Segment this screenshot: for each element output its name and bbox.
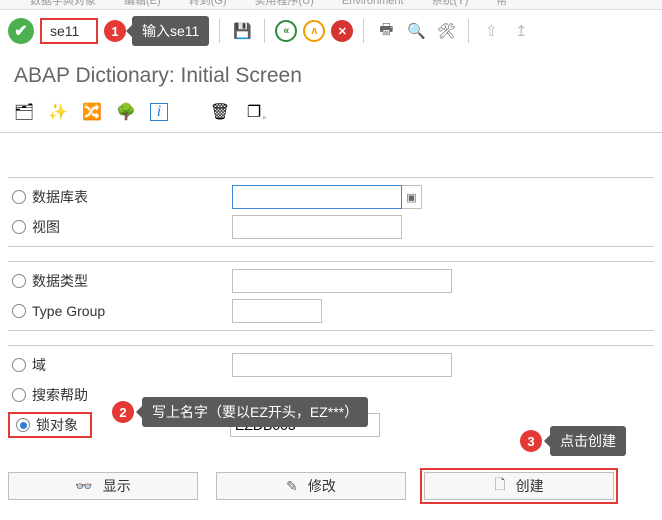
annotation-badge-3: 3 — [520, 430, 542, 452]
system-toolbar: ✔ se11 1 输入se11 💾 « ʌ ✕ 🖶 🔍 🛠 ⇧ ↥ — [0, 10, 662, 52]
glasses-icon: 👓 — [75, 478, 92, 495]
copy-icon[interactable]: ❐▫ — [244, 102, 264, 122]
annotation-badge-2: 2 — [112, 401, 134, 423]
row-view: 视图 — [8, 212, 654, 242]
radio-domain[interactable] — [12, 358, 26, 372]
radio-type-group[interactable] — [12, 304, 26, 318]
create-button-label: 创建 — [516, 476, 544, 496]
annotation-3: 3 点击创建 — [520, 426, 626, 456]
radio-view[interactable] — [12, 220, 26, 234]
annotation-tooltip-3: 点击创建 — [550, 426, 626, 456]
change-button[interactable]: ✎ 修改 — [216, 472, 406, 500]
row-domain: 域 — [8, 350, 654, 380]
display-button[interactable]: 👓 显示 — [8, 472, 198, 500]
row-database-table: 数据库表 ▣ — [8, 182, 654, 212]
exit-button[interactable]: ʌ — [303, 20, 325, 42]
tool-icon-1[interactable]: 🗂 — [14, 102, 34, 122]
tcode-input[interactable]: se11 — [40, 18, 98, 44]
where-used-icon[interactable]: 🔀 — [82, 102, 102, 122]
hierarchy-icon[interactable]: 🌳 — [116, 102, 136, 122]
first-page-icon[interactable]: ⇧ — [479, 19, 503, 43]
label-database-table: 数据库表 — [32, 187, 232, 207]
label-domain: 域 — [32, 355, 232, 375]
input-type-group[interactable] — [232, 299, 322, 323]
input-view[interactable] — [232, 215, 402, 239]
label-data-type: 数据类型 — [32, 271, 232, 291]
annotation-badge-1: 1 — [104, 20, 126, 42]
label-lock-object: 锁对象 — [36, 415, 88, 435]
display-button-label: 显示 — [103, 476, 131, 496]
action-button-row: 👓 显示 ✎ 修改 🗋 创建 — [0, 458, 662, 514]
radio-database-table[interactable] — [12, 190, 26, 204]
input-data-type[interactable] — [232, 269, 452, 293]
menu-bar: 数据字典对象编辑(E)转到(G)实用程序(U)Environment系统(Y)帮 — [0, 0, 662, 10]
row-data-type: 数据类型 — [8, 266, 654, 296]
dictionary-form: 数据库表 ▣ 视图 数据类型 Type Group 域 搜索 — [0, 141, 662, 444]
cancel-button[interactable]: ✕ — [331, 20, 353, 42]
page-title: ABAP Dictionary: Initial Screen — [0, 52, 662, 98]
enter-button[interactable]: ✔ — [8, 18, 34, 44]
radio-data-type[interactable] — [12, 274, 26, 288]
label-view: 视图 — [32, 217, 232, 237]
save-icon[interactable]: 💾 — [230, 19, 254, 43]
find-icon[interactable]: 🔍 — [404, 19, 428, 43]
app-toolbar: 🗂 ✨ 🔀 🌳 i 🗑 ❐▫ — [0, 98, 662, 132]
annotation-tooltip-1: 输入se11 — [132, 16, 209, 46]
row-type-group: Type Group — [8, 296, 654, 326]
change-button-label: 修改 — [308, 476, 336, 496]
print-icon[interactable]: 🖶 — [374, 19, 398, 43]
input-database-table[interactable] — [232, 185, 402, 209]
prev-page-icon[interactable]: ↥ — [509, 19, 533, 43]
label-type-group: Type Group — [32, 303, 232, 319]
pencil-icon: ✎ — [286, 478, 298, 495]
create-button[interactable]: 🗋 创建 — [424, 472, 614, 500]
radio-lock-object[interactable] — [16, 418, 30, 432]
info-icon[interactable]: i — [150, 103, 168, 121]
f4-help-icon[interactable]: ▣ — [402, 185, 422, 209]
back-button[interactable]: « — [275, 20, 297, 42]
wizard-icon[interactable]: ✨ — [48, 102, 68, 122]
annotation-tooltip-2: 写上名字（要以EZ开头，EZ***） — [142, 397, 368, 427]
delete-icon[interactable]: 🗑 — [210, 102, 230, 122]
document-icon: 🗋 — [494, 474, 505, 498]
find-next-icon[interactable]: 🛠 — [434, 19, 458, 43]
input-domain[interactable] — [232, 353, 452, 377]
annotation-2: 2 写上名字（要以EZ开头，EZ***） — [112, 397, 368, 427]
radio-search-help[interactable] — [12, 388, 26, 402]
